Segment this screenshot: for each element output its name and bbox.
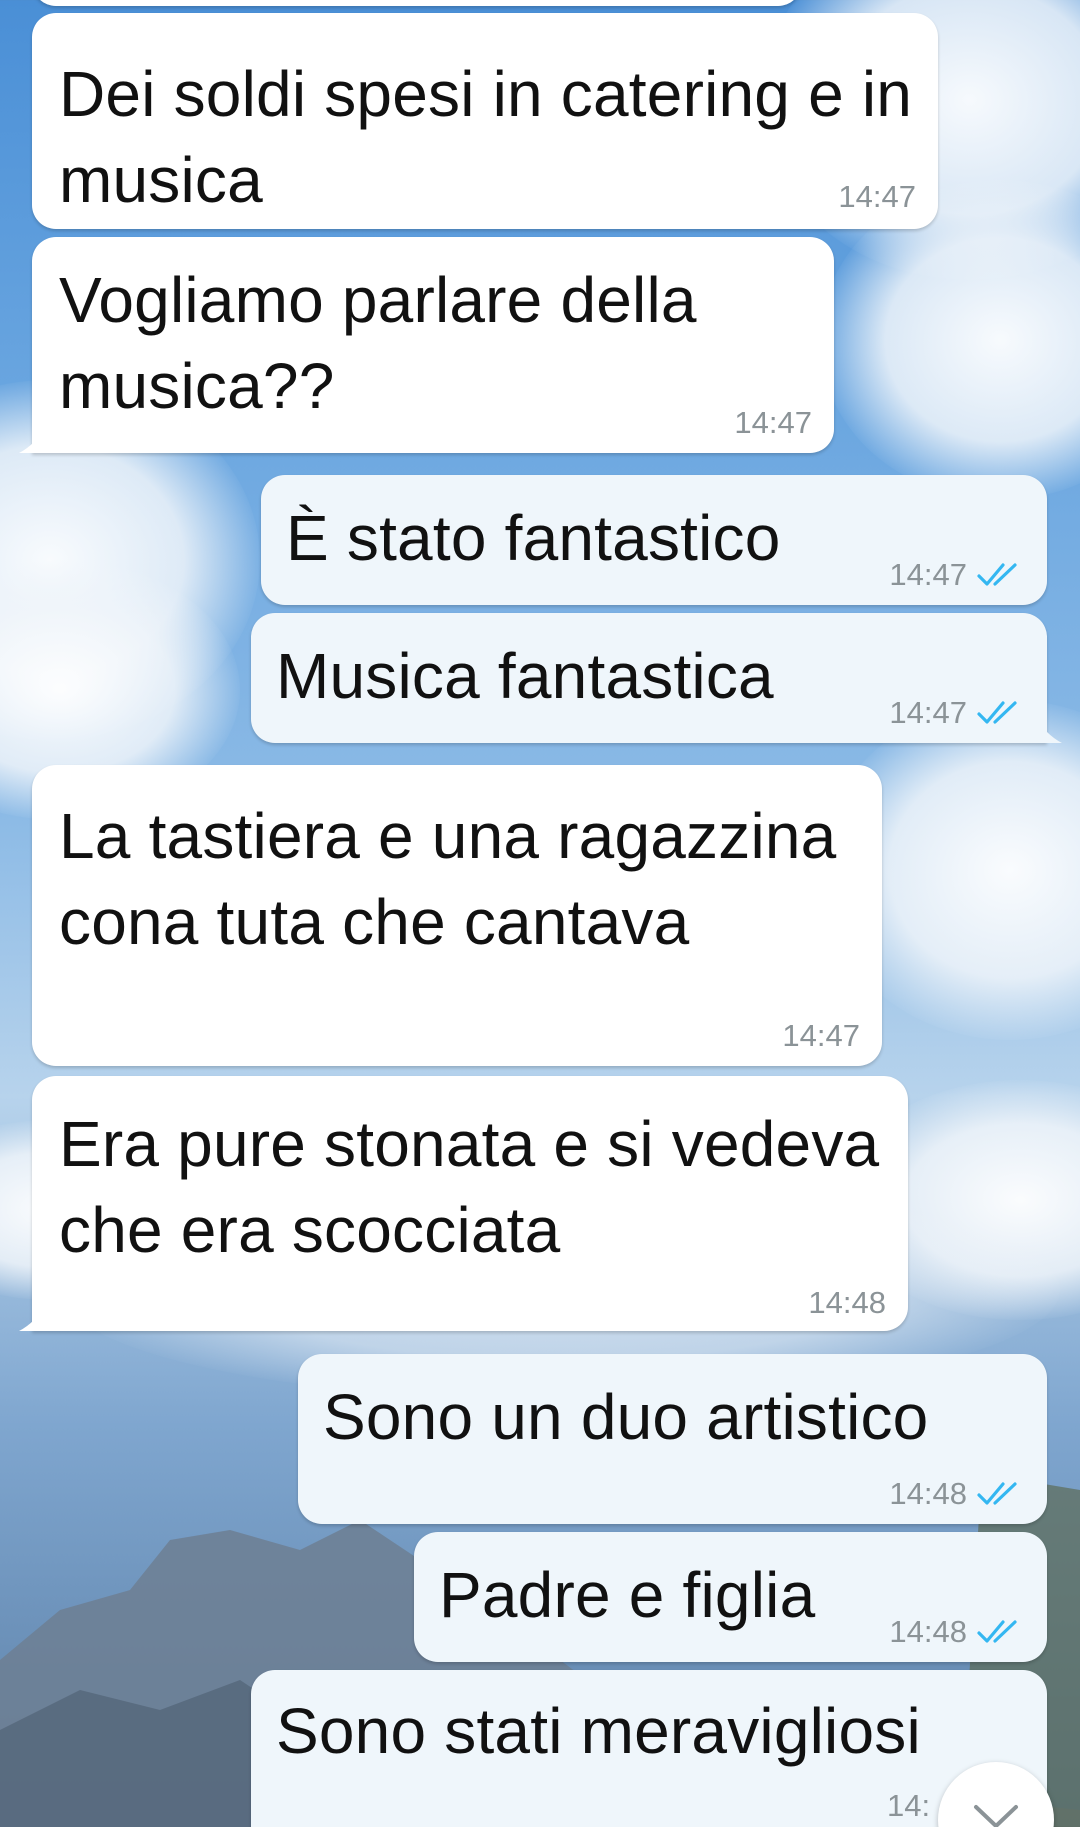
- double-check-icon: [977, 701, 1017, 724]
- bubble-tail: [19, 1301, 49, 1331]
- message-meta: 14:47: [782, 1018, 860, 1054]
- message-meta: 14:47: [889, 557, 1025, 593]
- message-meta: 14:47: [889, 695, 1025, 731]
- message-text: Musica fantastica: [276, 640, 774, 712]
- message-time: 14:47: [889, 557, 967, 592]
- bubble-tail: [1032, 713, 1062, 743]
- message-meta: 14:47: [838, 179, 916, 215]
- message-time: 14:48: [889, 1614, 967, 1649]
- message-text: Padre e figlia: [439, 1559, 816, 1631]
- message-list[interactable]: Dei soldi spesi in catering e in musica …: [0, 0, 1080, 1827]
- message-text: La tastiera e una ragazzina cona tuta ch…: [59, 800, 837, 958]
- double-check-icon: [977, 1620, 1017, 1643]
- double-check-icon: [977, 563, 1017, 586]
- message-bubble-outgoing[interactable]: Sono un duo artistico 14:48: [298, 1354, 1047, 1524]
- message-bubble-partial[interactable]: [32, 0, 802, 6]
- message-bubble-outgoing[interactable]: È stato fantastico 14:47: [261, 475, 1047, 605]
- message-text: Sono stati meravigliosi: [276, 1695, 921, 1767]
- message-meta: 14:47: [734, 405, 812, 441]
- message-text: Sono un duo artistico: [323, 1381, 929, 1453]
- message-text: È stato fantastico: [286, 502, 781, 574]
- message-meta: 14:: [887, 1788, 930, 1824]
- message-time: 14:48: [808, 1285, 886, 1320]
- message-bubble-outgoing[interactable]: Musica fantastica 14:47: [251, 613, 1062, 743]
- message-time: 14:47: [838, 179, 916, 214]
- message-time: 14:48: [889, 1476, 967, 1511]
- message-bubble-outgoing[interactable]: Sono stati meravigliosi 14:: [251, 1670, 1047, 1827]
- double-check-icon: [977, 1482, 1017, 1505]
- message-time: 14:47: [889, 695, 967, 730]
- message-meta: 14:48: [808, 1285, 886, 1321]
- chevron-down-icon: [974, 1805, 1018, 1827]
- message-time: 14:47: [734, 405, 812, 440]
- message-meta: 14:48: [889, 1476, 1025, 1512]
- message-bubble-incoming[interactable]: Dei soldi spesi in catering e in musica …: [32, 13, 938, 229]
- message-time: 14:: [887, 1788, 931, 1823]
- message-bubble-incoming[interactable]: Era pure stonata e si vedeva che era sco…: [19, 1076, 908, 1331]
- bubble-tail: [19, 423, 49, 453]
- message-text: Vogliamo parlare della musica??: [59, 264, 697, 422]
- message-bubble-incoming[interactable]: Vogliamo parlare della musica?? 14:47: [19, 237, 834, 453]
- message-text: Era pure stonata e si vedeva che era sco…: [59, 1108, 880, 1266]
- message-bubble-outgoing[interactable]: Padre e figlia 14:48: [414, 1532, 1047, 1662]
- message-text: Dei soldi spesi in catering e in musica: [59, 58, 913, 216]
- message-meta: 14:48: [889, 1614, 1025, 1650]
- message-bubble-incoming[interactable]: La tastiera e una ragazzina cona tuta ch…: [32, 765, 882, 1066]
- message-time: 14:47: [782, 1018, 860, 1053]
